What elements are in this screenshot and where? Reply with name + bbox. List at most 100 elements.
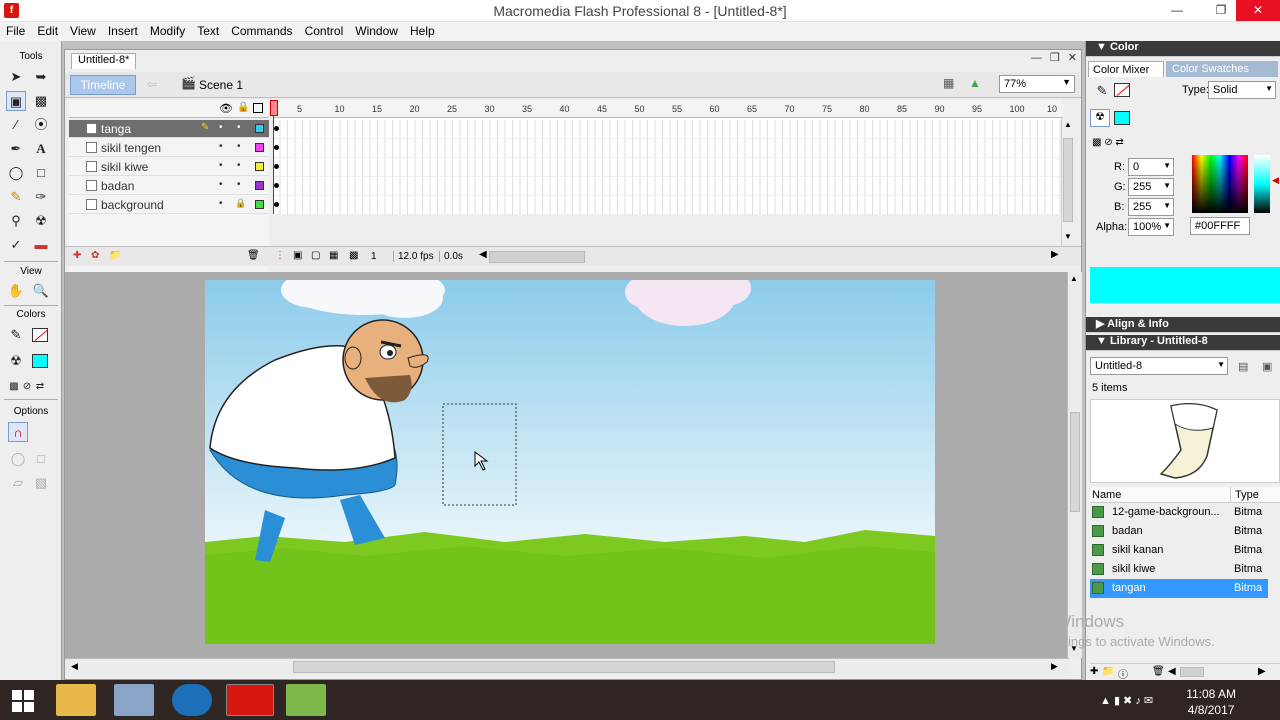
color-panel-header[interactable]: ▼ Color [1086, 41, 1280, 57]
lock-dot[interactable]: • [237, 141, 241, 152]
fill-color-icon[interactable]: ☢ [6, 351, 26, 371]
clock[interactable]: 11:08 AM 4/8/2017 [1186, 686, 1236, 718]
layer-row[interactable]: sikil tengen • • [69, 139, 269, 157]
color-spectrum[interactable] [1192, 155, 1248, 213]
library-vscroll[interactable] [1268, 503, 1280, 653]
visibility-dot[interactable]: • [219, 198, 223, 209]
doc-minimize-icon[interactable]: — [1031, 52, 1042, 64]
menu-file[interactable]: File [0, 22, 31, 40]
control-panel-icon[interactable] [114, 684, 154, 716]
new-library-panel-icon[interactable]: ▤ [1238, 360, 1248, 373]
eye-icon[interactable]: 👁 [219, 102, 233, 115]
tab-color-mixer[interactable]: Color Mixer [1088, 61, 1164, 77]
add-layer-icon[interactable]: ✚ [73, 250, 81, 261]
new-symbol-icon[interactable]: ✚ [1090, 666, 1098, 677]
visibility-dot[interactable]: • [219, 160, 223, 171]
layer-name[interactable]: badan [101, 179, 134, 193]
stroke-color-icon[interactable]: ✎ [1092, 81, 1112, 101]
stroke-color-icon[interactable]: ✎ [6, 325, 26, 345]
scroll-left-icon[interactable]: ◀ [71, 661, 78, 672]
library-item[interactable]: sikil kiwe Bitma [1090, 560, 1268, 579]
menu-view[interactable]: View [64, 22, 102, 40]
layer-row[interactable]: badan • • [69, 177, 269, 195]
ink-bottle-icon[interactable]: ⚲ [6, 211, 26, 231]
fill-color-swatch[interactable] [32, 354, 48, 368]
library-header[interactable]: ▼ Library - Untitled-8 [1086, 335, 1280, 351]
doc-close-icon[interactable]: ✕ [1068, 52, 1077, 64]
line-tool-icon[interactable]: ∕ [6, 115, 26, 135]
layer-color-swatch[interactable] [255, 200, 264, 209]
windows-start-icon[interactable] [12, 690, 34, 712]
restore-icon[interactable]: ❐ [1206, 0, 1236, 21]
visibility-dot[interactable]: • [219, 179, 223, 190]
snap-magnet-icon[interactable]: ∩ [8, 422, 28, 442]
scroll-left-icon[interactable]: ◀ [479, 249, 487, 260]
library-item[interactable]: tangan Bitma [1090, 579, 1268, 598]
add-guide-icon[interactable]: ✿ [91, 250, 99, 261]
layer-color-swatch[interactable] [255, 143, 264, 152]
library-item[interactable]: badan Bitma [1090, 522, 1268, 541]
layer-color-swatch[interactable] [255, 124, 264, 133]
menu-insert[interactable]: Insert [102, 22, 144, 40]
frame-grid[interactable]: 5 10 15 20 25 30 35 40 45 50 55 60 65 70 75 80 85 90 95 100… [273, 100, 1063, 215]
brightness-slider[interactable] [1254, 155, 1270, 213]
scene-label[interactable]: Scene 1 [199, 78, 243, 92]
layer-row[interactable]: background • 🔒 [69, 196, 269, 214]
stage-vscroll[interactable]: ▲ ▼ [1067, 272, 1082, 658]
frame-ruler[interactable]: 5 10 15 20 25 30 35 40 45 50 55 60 65 70 75 80 85 90 95 100… [273, 100, 1063, 118]
flash-taskbar-icon[interactable] [226, 684, 274, 716]
lock-dot[interactable]: • [237, 179, 241, 190]
slider-arrow-icon[interactable]: ◀ [1272, 175, 1279, 186]
fill-transform-icon[interactable]: ▩ [31, 91, 51, 111]
menu-edit[interactable]: Edit [31, 22, 64, 40]
text-tool-icon[interactable]: A [31, 139, 51, 159]
playhead[interactable] [270, 100, 280, 214]
scroll-down-icon[interactable]: ▼ [1064, 232, 1072, 241]
free-transform-icon[interactable]: ▣ [6, 91, 26, 111]
layer-name[interactable]: sikil tengen [101, 141, 161, 155]
pencil-icon[interactable]: ✎ [6, 187, 26, 207]
layer-row[interactable]: tanga ✎ • • [69, 120, 269, 138]
tab-color-swatches[interactable]: Color Swatches [1166, 61, 1278, 77]
visibility-dot[interactable]: • [219, 122, 223, 133]
scroll-thumb[interactable] [1063, 138, 1073, 222]
scroll-up-icon[interactable]: ▲ [1064, 120, 1072, 129]
col-name-header[interactable]: Name [1092, 489, 1121, 501]
timeline-hscroll-thumb[interactable] [489, 251, 585, 263]
r-field[interactable]: 0 ▼ [1128, 158, 1174, 176]
edit-scene-icon[interactable]: ▦ [943, 76, 954, 90]
eyedropper-icon[interactable]: ✓ [6, 235, 26, 255]
edit-symbols-icon[interactable]: ▲ [969, 76, 981, 90]
delete-layer-icon[interactable]: 🗑 [247, 250, 260, 261]
layer-color-swatch[interactable] [255, 162, 264, 171]
pen-tool-icon[interactable]: ✒ [6, 139, 26, 159]
type-select[interactable]: Solid ▼ [1208, 81, 1276, 99]
tray-icons[interactable]: ▲ ▮ ✖ ♪ ✉ [1100, 694, 1153, 707]
menu-commands[interactable]: Commands [225, 22, 298, 40]
browser-icon[interactable] [172, 684, 212, 716]
stroke-color-swatch[interactable] [32, 328, 48, 342]
library-hscroll-thumb[interactable] [1180, 667, 1204, 677]
eraser-icon[interactable]: ▬ [31, 235, 51, 255]
alpha-field[interactable]: 100% ▼ [1128, 218, 1174, 236]
frame-row[interactable] [273, 196, 1063, 215]
scroll-right-icon[interactable]: ▶ [1051, 249, 1059, 260]
menu-window[interactable]: Window [349, 22, 404, 40]
lock-dot[interactable]: • [237, 160, 241, 171]
col-type-header[interactable]: Type [1230, 487, 1259, 502]
g-field[interactable]: 255 ▼ [1128, 178, 1174, 196]
edit-multiple-icon[interactable]: ▦ [329, 250, 338, 261]
scroll-thumb[interactable] [293, 661, 835, 673]
properties-icon[interactable]: ⓘ [1118, 666, 1128, 681]
subselect-arrow-icon[interactable]: ➥ [31, 67, 51, 87]
lock-icon[interactable]: 🔒 [237, 102, 249, 113]
stage-area[interactable] [65, 272, 1069, 658]
stroke-swatch[interactable] [1114, 83, 1130, 97]
layer-row[interactable]: sikil kiwe • • [69, 158, 269, 176]
frame-row[interactable] [273, 177, 1063, 196]
timeline-toggle-button[interactable]: Timeline [70, 75, 136, 95]
layer-color-swatch[interactable] [255, 181, 264, 190]
zoom-select[interactable]: 77% ▼ [999, 75, 1075, 93]
onion-skin-icon[interactable]: ▣ [293, 250, 302, 261]
menu-text[interactable]: Text [191, 22, 225, 40]
